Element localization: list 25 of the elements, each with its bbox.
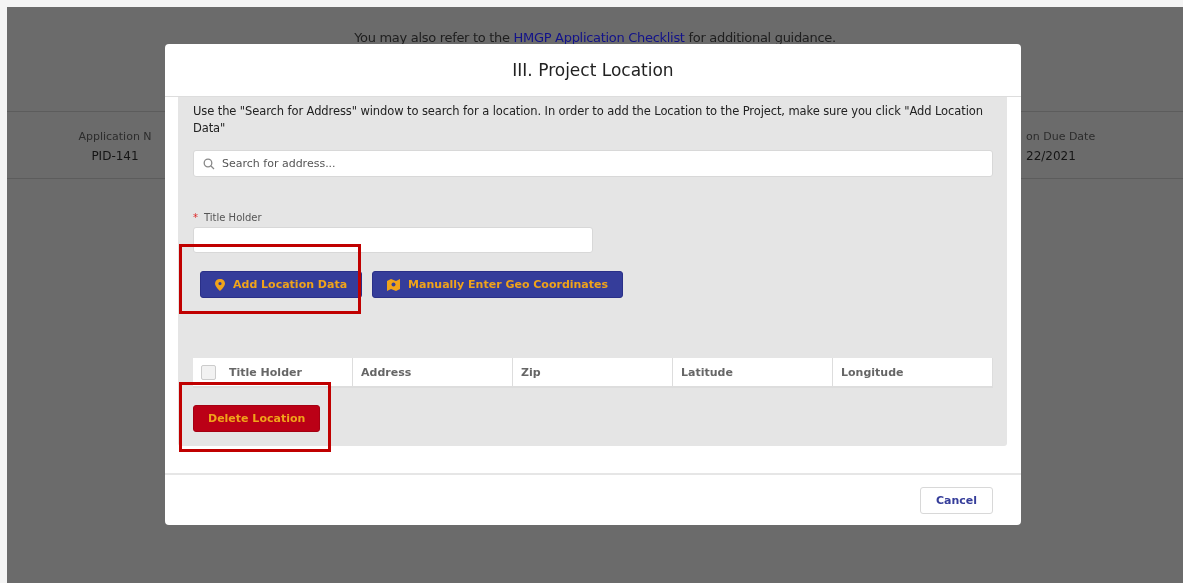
action-button[interactable]: Add Location Data (200, 271, 363, 298)
column-header: Address (353, 358, 513, 386)
search-field[interactable]: Search for address... (193, 150, 993, 177)
cancel-button[interactable]: Cancel (919, 486, 993, 514)
instructions-text: Use the "Search for Address" window to search for a location. In order to add the Location to the Project, make sure you click "Add Location Data" (193, 103, 984, 137)
column-header: Latitude (673, 358, 833, 386)
field-value: PID-141 (91, 149, 139, 163)
column-header: Longitude (833, 358, 993, 386)
guidance-text: You may also refer to the HMGP Application Checklist for additional guidance. (353, 30, 837, 45)
field-label: on Due Date (1026, 130, 1096, 143)
map-pin-icon (215, 278, 225, 291)
delete-location-button[interactable]: Delete Location (193, 405, 321, 432)
action-button[interactable]: Manually Enter Geo Coordinates (372, 271, 624, 298)
map-icon (387, 278, 401, 291)
search-icon (203, 158, 215, 170)
field-value: 22/2021 (1026, 149, 1076, 163)
modal-title: III. Project Location (512, 60, 674, 80)
required-asterisk: * (193, 212, 198, 223)
column-header: Title Holder (193, 358, 353, 386)
checklist-link[interactable]: HMGP Application Checklist (513, 30, 685, 45)
title-holder-input[interactable] (193, 227, 593, 253)
column-header: Zip (513, 358, 673, 386)
field-label: Application N (78, 130, 152, 143)
select-all-checkbox[interactable] (201, 364, 216, 380)
field-label: Title Holder (204, 212, 262, 223)
